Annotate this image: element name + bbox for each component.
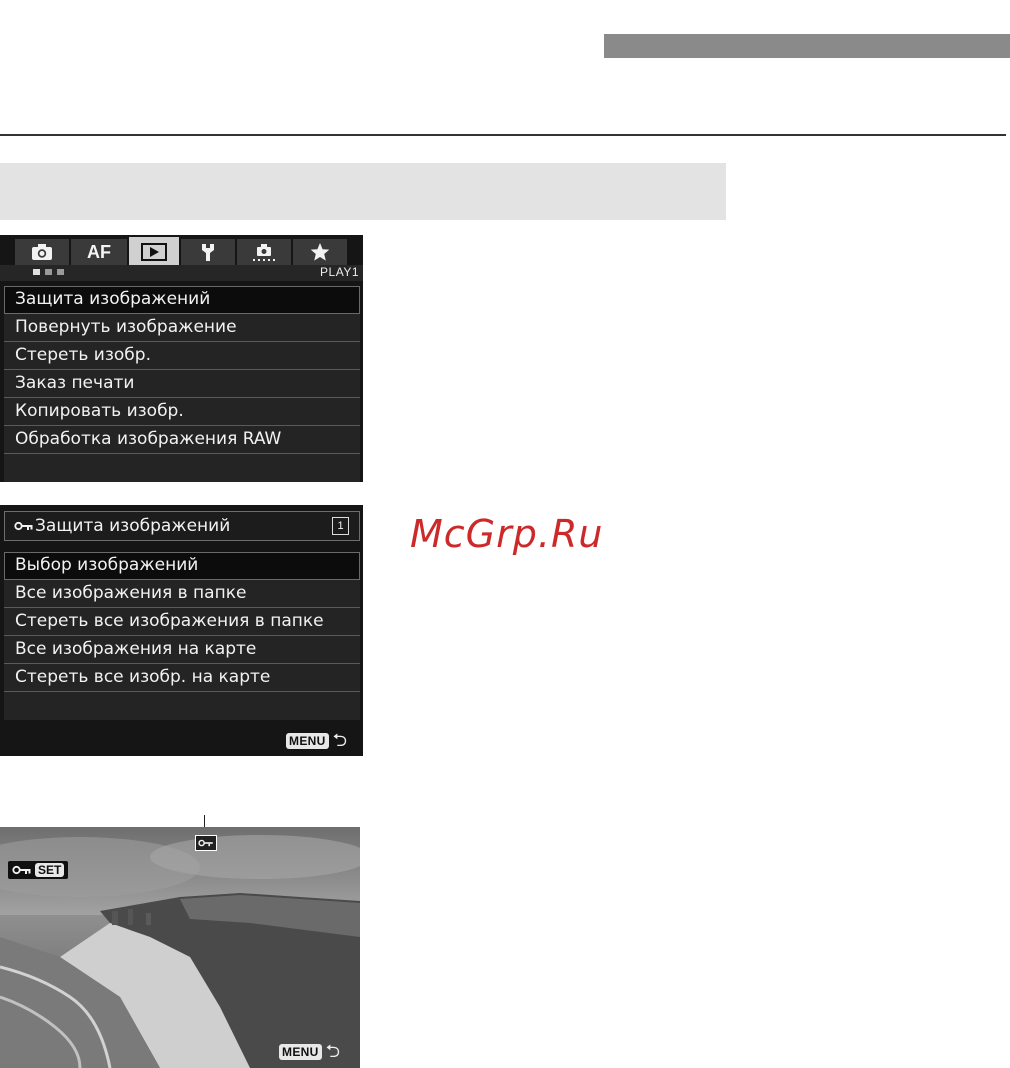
- menu-item-print-order[interactable]: Заказ печати: [4, 370, 360, 398]
- return-arrow-icon: ⮌: [325, 1041, 340, 1062]
- wrench-icon: [202, 244, 214, 261]
- tab-custom-functions[interactable]: [237, 239, 291, 265]
- protect-images-screen: Защита изображений 1 Выбор изображений В…: [0, 505, 363, 756]
- card-number: 1: [337, 520, 344, 532]
- menu-item-select-images[interactable]: Выбор изображений: [4, 552, 360, 580]
- tab-setup[interactable]: [181, 239, 235, 265]
- menu-back-button[interactable]: MENU ⮌: [279, 1041, 340, 1062]
- tab-my-menu[interactable]: [293, 239, 347, 265]
- submenu-header: Защита изображений 1: [4, 511, 360, 541]
- menu-item-protect[interactable]: Защита изображений: [4, 286, 360, 314]
- set-button-label: SET: [35, 863, 65, 877]
- menu-item-rotate[interactable]: Повернуть изображение: [4, 314, 360, 342]
- return-arrow-icon: ⮌: [332, 730, 347, 751]
- protect-set-badge: SET: [8, 861, 69, 879]
- menu-item-erase[interactable]: Стереть изобр.: [4, 342, 360, 370]
- playback-menu-screen: AF PLAY1 Защита изображений Повернуть из…: [0, 235, 363, 482]
- page-dot: [33, 269, 40, 275]
- page-indicator-bar: PLAY1: [0, 265, 363, 281]
- play-icon: [141, 243, 167, 261]
- submenu-title: Защита изображений: [35, 516, 231, 536]
- menu-page-label: PLAY1: [320, 265, 359, 279]
- camera-icon: [32, 244, 52, 260]
- star-icon: [310, 243, 330, 261]
- menu-item-unprotect-card[interactable]: Стереть все изобр. на карте: [4, 664, 360, 692]
- tab-af-label: AF: [87, 241, 111, 262]
- memory-card-icon: 1: [332, 517, 349, 535]
- menu-item-all-on-card[interactable]: Все изображения на карте: [4, 636, 360, 664]
- section-header-bar: [604, 34, 1010, 58]
- menu-empty-row: [4, 454, 360, 482]
- protect-marker-icon: [195, 835, 217, 851]
- menu-button-label: MENU: [279, 1044, 322, 1060]
- menu-button-label: MENU: [286, 733, 329, 749]
- key-icon: [14, 521, 33, 531]
- menu-item-all-in-folder[interactable]: Все изображения в папке: [4, 580, 360, 608]
- page-dot: [57, 269, 64, 275]
- tab-playback[interactable]: [129, 237, 179, 267]
- protect-options-list: Выбор изображений Все изображения в папк…: [4, 552, 360, 720]
- playback-photo: SET MENU ⮌: [0, 827, 360, 1068]
- menu-item-image-copy[interactable]: Копировать изобр.: [4, 398, 360, 426]
- menu-item-raw-processing[interactable]: Обработка изображения RAW: [4, 426, 360, 454]
- key-icon: [198, 839, 213, 847]
- playback-menu-list: Защита изображений Повернуть изображение…: [4, 286, 360, 482]
- menu-empty-row: [4, 692, 360, 720]
- horizontal-rule: [0, 134, 1006, 136]
- watermark: McGrp.Ru: [410, 512, 604, 556]
- title-band: [0, 163, 726, 220]
- key-icon: [12, 865, 31, 875]
- menu-item-unprotect-folder[interactable]: Стереть все изображения в папке: [4, 608, 360, 636]
- menu-back-button[interactable]: MENU ⮌: [286, 730, 347, 751]
- tab-shooting[interactable]: [15, 239, 69, 265]
- menu-tabs: AF: [0, 235, 363, 267]
- custom-functions-icon: [253, 244, 275, 261]
- tab-af[interactable]: AF: [71, 239, 127, 265]
- page-dot: [45, 269, 52, 275]
